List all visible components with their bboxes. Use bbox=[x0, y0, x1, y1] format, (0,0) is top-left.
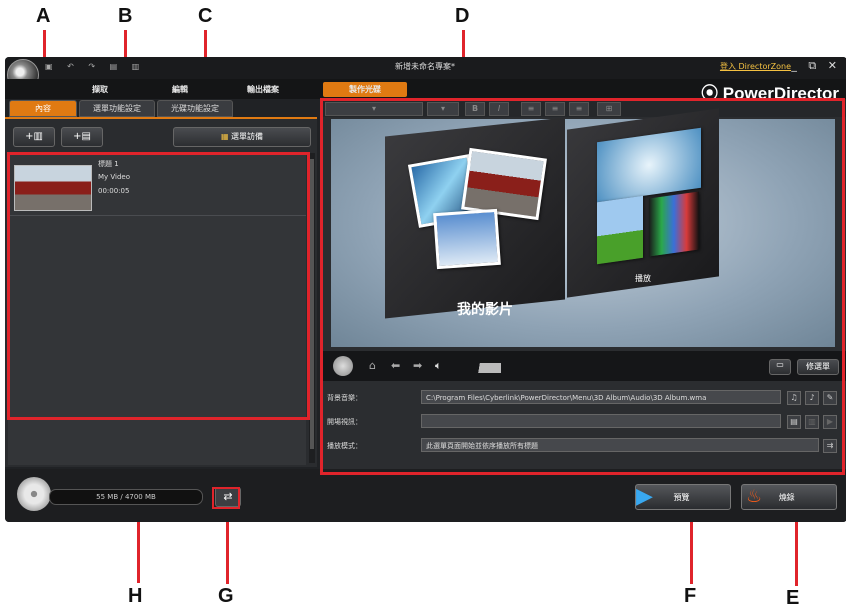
tab-edit[interactable]: 編輯 bbox=[155, 82, 205, 97]
window-controls[interactable]: _ ⧉ ✕ bbox=[791, 59, 841, 73]
tab-capture[interactable]: 擷取 bbox=[75, 82, 125, 97]
tab-menu-settings[interactable]: 選單功能設定 bbox=[79, 100, 155, 117]
quick-access-icons[interactable]: ▣ ↶ ↷ ▤ ▥ bbox=[45, 62, 145, 71]
preview-play-icon: ▶ bbox=[636, 484, 653, 509]
tab-content[interactable]: 內容 bbox=[9, 100, 77, 117]
burn-button[interactable]: ♨ 燒錄 bbox=[741, 484, 837, 510]
menu-grid-icon: ▦ bbox=[220, 132, 232, 141]
callout-b: B bbox=[118, 5, 133, 27]
highlight-menu-editor bbox=[320, 98, 845, 475]
bottom-bar: 55 MB / 4700 MB ⇄ ▶ 預覽 ♨ 燒錄 bbox=[5, 469, 846, 522]
title-bar: ▣ ↶ ↷ ▤ ▥ 新增未命名專案* 登入 DirectorZone _ ⧉ ✕ bbox=[5, 57, 846, 79]
menu-preference-label: 選單訪備 bbox=[231, 132, 264, 141]
callout-g: G bbox=[218, 585, 234, 607]
sub-tab-bar: 內容 選單功能設定 光碟功能設定 bbox=[5, 99, 317, 117]
tab-create-disc[interactable]: 製作光碟 bbox=[323, 82, 407, 97]
scroll-thumb[interactable] bbox=[310, 159, 314, 449]
disc-capacity: 55 MB / 4700 MB bbox=[49, 489, 203, 505]
disc-icon[interactable] bbox=[17, 477, 51, 511]
menu-preference-button[interactable]: ▦ 選單訪備 bbox=[173, 127, 311, 147]
preview-button[interactable]: ▶ 預覽 bbox=[635, 484, 731, 510]
highlight-content-list bbox=[7, 152, 310, 420]
add-chapter-button[interactable]: +▤ bbox=[61, 127, 103, 147]
callout-h: H bbox=[128, 585, 143, 607]
directorzone-link[interactable]: 登入 DirectorZone bbox=[720, 61, 791, 72]
add-title-button[interactable]: +▥ bbox=[13, 127, 55, 147]
preview-button-label: 預覽 bbox=[673, 492, 690, 502]
tab-disc-settings[interactable]: 光碟功能設定 bbox=[157, 100, 233, 117]
callout-e: E bbox=[786, 587, 800, 609]
callout-f: F bbox=[684, 585, 697, 607]
tab-produce[interactable]: 輸出檔案 bbox=[233, 82, 293, 97]
window-title: 新增未命名專案* bbox=[395, 62, 455, 71]
burn-button-label: 燒錄 bbox=[778, 492, 795, 502]
highlight-swap bbox=[212, 487, 240, 509]
callout-c: C bbox=[198, 5, 213, 27]
burn-flame-icon: ♨ bbox=[746, 486, 763, 507]
callout-a: A bbox=[36, 5, 51, 27]
callout-d: D bbox=[455, 5, 470, 27]
